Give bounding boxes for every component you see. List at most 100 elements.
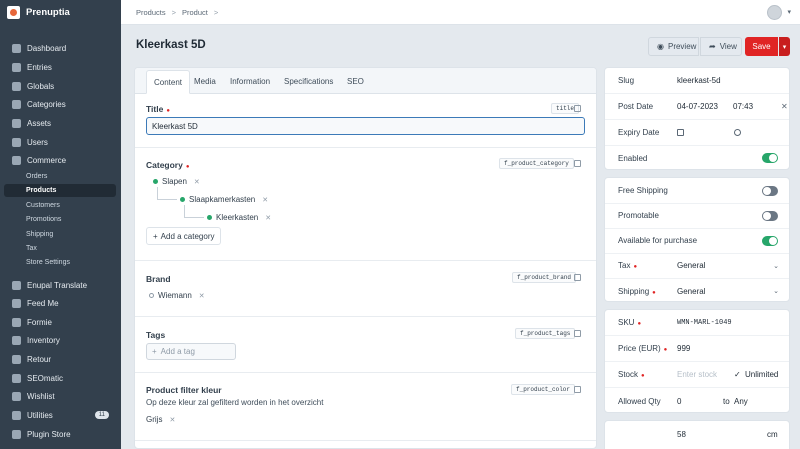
copy-icon[interactable] <box>574 274 581 281</box>
sku-input[interactable]: WMN-MARL-1049 <box>677 319 732 327</box>
share-icon: ➦ <box>709 42 716 51</box>
copy-icon[interactable] <box>574 386 581 393</box>
tab-information[interactable]: Information <box>230 68 270 94</box>
formie-icon <box>12 317 21 327</box>
tab-specifications[interactable]: Specifications <box>284 68 333 94</box>
post-date-label: Post Date <box>618 102 654 111</box>
title-input[interactable]: Kleerkast 5D <box>146 117 585 135</box>
brand-handle[interactable]: f_product_brand <box>512 272 577 283</box>
tax-select[interactable]: General <box>677 261 705 270</box>
sidebar-item-inventory[interactable]: Inventory <box>0 332 121 348</box>
tab-media[interactable]: Media <box>194 68 216 94</box>
remove-icon[interactable]: ✕ <box>169 416 175 424</box>
category-item[interactable]: Slapen ✕ <box>153 177 200 186</box>
sidebar-subitem-tax[interactable]: Tax <box>4 242 116 255</box>
min-qty-input[interactable]: 0 <box>677 397 681 406</box>
sidebar-item-entries[interactable]: Entries <box>0 59 121 75</box>
brand-item[interactable]: Wiemann ✕ <box>149 291 205 300</box>
sidebar-item-users[interactable]: Users <box>0 134 121 150</box>
meta-panel-dimensions: 58 cm <box>604 420 790 449</box>
breadcrumb-product[interactable]: Product <box>182 8 208 17</box>
promotable-label: Promotable <box>618 211 659 220</box>
remove-icon[interactable]: ✕ <box>262 196 268 204</box>
stock-row: Stock ● Enter stock ✓ Unlimited <box>605 362 789 388</box>
price-input[interactable]: 999 <box>677 344 690 353</box>
sidebar-item-categories[interactable]: Categories <box>0 96 121 112</box>
clock-icon[interactable] <box>734 129 741 136</box>
copy-icon[interactable] <box>574 330 581 337</box>
chevron-down-icon[interactable]: ▾ <box>787 8 791 16</box>
view-button[interactable]: ➦ View <box>700 37 742 56</box>
required-icon: ● <box>185 164 190 170</box>
chevron-down-icon[interactable]: ⌄ <box>773 262 779 270</box>
color-label: Product filter kleur <box>146 385 222 395</box>
promotable-toggle[interactable] <box>762 210 778 221</box>
sidebar-item-retour[interactable]: Retour <box>0 351 121 367</box>
utilities-icon <box>12 410 21 420</box>
remove-icon[interactable]: ✕ <box>265 214 271 222</box>
color-handle[interactable]: f_product_color <box>511 384 576 395</box>
chevron-down-icon[interactable]: ⌄ <box>773 287 779 295</box>
sidebar-subitem-customers[interactable]: Customers <box>4 199 116 212</box>
sidebar-item-wishlist[interactable]: Wishlist <box>0 388 121 404</box>
promotable-row: Promotable <box>605 203 789 229</box>
category-item[interactable]: Kleerkasten ✕ <box>207 213 271 222</box>
post-time-input[interactable]: 07:43 <box>733 102 753 111</box>
eye-icon: ◉ <box>657 42 664 51</box>
tax-row: Tax ● General ⌄ <box>605 253 789 279</box>
content-panel: Content Media Information Specifications… <box>134 67 597 449</box>
remove-icon[interactable]: ✕ <box>194 178 200 186</box>
divider <box>135 147 596 148</box>
calendar-icon[interactable] <box>677 129 684 136</box>
categories-icon <box>12 99 21 109</box>
post-date-input[interactable]: 04-07-2023 <box>677 102 718 111</box>
sidebar-item-seomatic[interactable]: SEOmatic <box>0 370 121 386</box>
save-button[interactable]: Save <box>745 37 778 56</box>
max-qty-input[interactable]: Any <box>734 397 748 406</box>
category-item[interactable]: Slaapkamerkasten ✕ <box>180 195 268 204</box>
inventory-icon <box>12 335 21 345</box>
sidebar-subitem-promotions[interactable]: Promotions <box>4 213 116 226</box>
tags-handle[interactable]: f_product_tags <box>515 328 576 339</box>
preview-button[interactable]: ◉ Preview <box>648 37 699 56</box>
tab-seo[interactable]: SEO <box>347 68 364 94</box>
save-menu-chevron-icon[interactable]: ▾ <box>779 37 790 56</box>
sidebar-item-commerce[interactable]: Commerce <box>0 152 121 168</box>
checkbox-checked-icon[interactable]: ✓ <box>734 370 742 379</box>
sidebar-item-enupal-translate[interactable]: Enupal Translate <box>0 277 121 293</box>
sidebar-item-globals[interactable]: Globals <box>0 78 121 94</box>
free-shipping-toggle[interactable] <box>762 185 778 196</box>
breadcrumb-products[interactable]: Products <box>136 8 166 17</box>
sidebar-subitem-store-settings[interactable]: Store Settings <box>4 256 116 269</box>
stock-input[interactable]: Enter stock <box>677 370 717 379</box>
dimension-input[interactable]: 58 <box>677 430 686 439</box>
category-handle[interactable]: f_product_category <box>499 158 574 169</box>
sidebar-subitem-products[interactable]: Products <box>4 184 116 197</box>
expiry-date-row: Expiry Date <box>605 120 789 146</box>
sidebar-item-assets[interactable]: Assets <box>0 115 121 131</box>
shipping-select[interactable]: General <box>677 287 705 296</box>
sidebar-item-plugin-store[interactable]: Plugin Store <box>0 426 121 442</box>
brand[interactable]: Prenuptia <box>0 0 121 25</box>
required-icon: ● <box>641 373 645 379</box>
avatar[interactable] <box>767 5 782 20</box>
sidebar-item-dashboard[interactable]: Dashboard <box>0 40 121 56</box>
tag-input[interactable]: + Add a tag <box>146 343 236 360</box>
sidebar-item-utilities[interactable]: Utilities 11 <box>0 407 121 423</box>
meta-panel-entry: Slug kleerkast-5d Post Date 04-07-2023 0… <box>604 67 790 170</box>
color-item[interactable]: Grijs ✕ <box>146 415 175 424</box>
sidebar-subitem-shipping[interactable]: Shipping <box>4 228 116 241</box>
sidebar-item-formie[interactable]: Formie <box>0 314 121 330</box>
sidebar-item-feed-me[interactable]: Feed Me <box>0 295 121 311</box>
copy-icon[interactable] <box>574 105 581 112</box>
clear-icon[interactable]: ✕ <box>781 102 788 111</box>
copy-icon[interactable] <box>574 160 581 167</box>
tab-content[interactable]: Content <box>146 70 191 94</box>
slug-input[interactable]: kleerkast-5d <box>677 76 721 85</box>
sidebar-subitem-orders[interactable]: Orders <box>4 170 116 183</box>
available-toggle[interactable] <box>762 235 778 246</box>
remove-icon[interactable]: ✕ <box>199 292 205 300</box>
add-category-button[interactable]: + Add a category <box>146 227 222 245</box>
unlimited-label: Unlimited <box>745 370 779 379</box>
enabled-toggle[interactable] <box>762 153 778 163</box>
